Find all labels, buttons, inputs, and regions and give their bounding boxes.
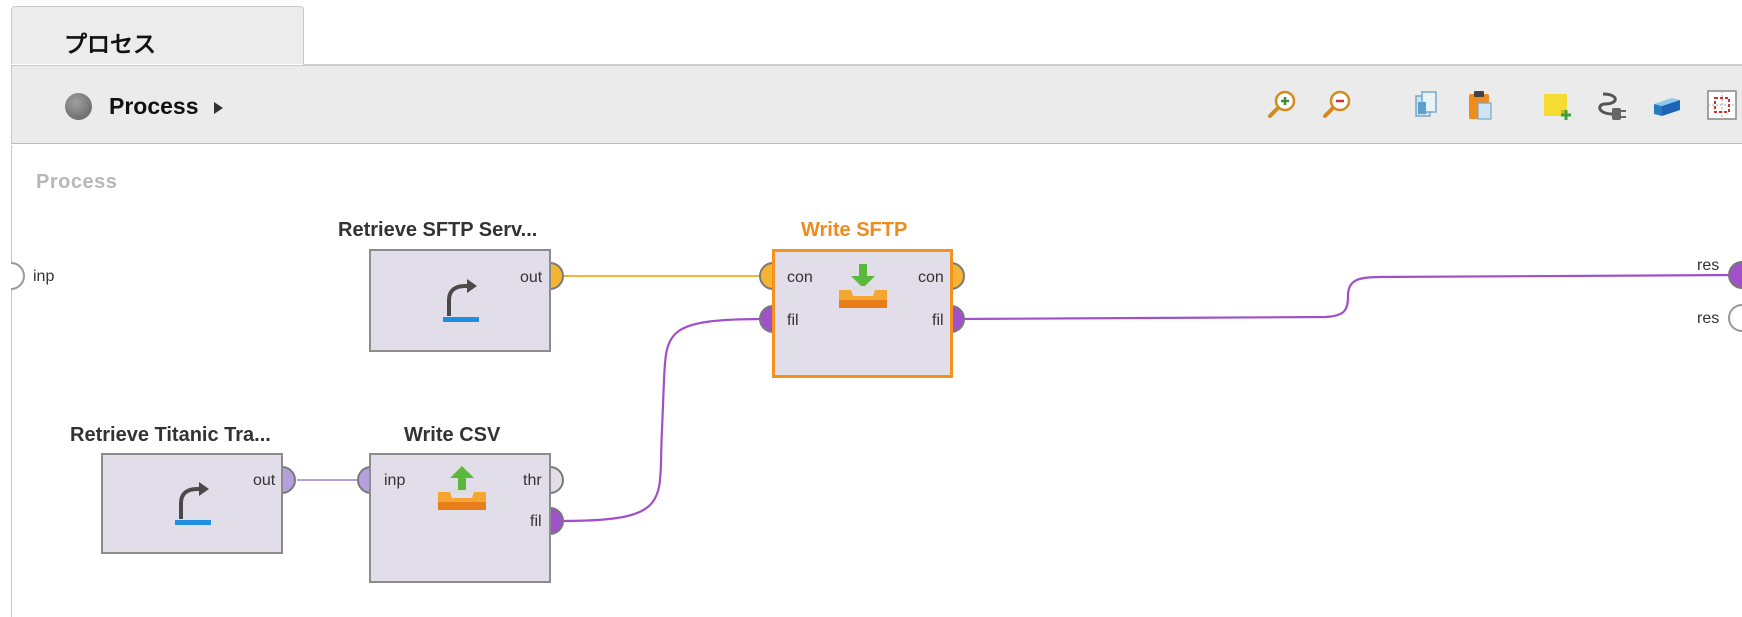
operator-retrieve-sftp[interactable]: out: [369, 249, 551, 352]
write-csv-name: Write CSV: [404, 424, 501, 446]
retrieve-icon: [443, 279, 479, 322]
process-result-port-2-label: res: [1697, 310, 1720, 327]
process-result-port-1-label: res: [1697, 257, 1720, 274]
operator-write-sftp[interactable]: con fil con fil: [772, 249, 953, 378]
retrieve-sftp-name: Retrieve SFTP Serv...: [338, 219, 538, 241]
write-sftp-fil-in-label: fil: [787, 312, 799, 329]
retrieve-titanic-out-port[interactable]: [281, 465, 296, 495]
retrieve-sftp-out-port[interactable]: [549, 261, 564, 291]
upload-tray-icon: [438, 466, 486, 510]
process-result-port-2[interactable]: [1728, 304, 1742, 332]
write-csv-thr-port[interactable]: [549, 465, 564, 495]
download-tray-icon: [839, 264, 887, 308]
file-wire-csv-to-sftp[interactable]: [561, 317, 768, 523]
process-input-port-label: inp: [33, 268, 55, 285]
process-result-port-1[interactable]: [1728, 261, 1742, 289]
write-csv-fil-port[interactable]: [549, 506, 564, 536]
file-wire-sftp-to-result[interactable]: [954, 273, 1736, 321]
write-csv-inp-label: inp: [384, 472, 406, 489]
operator-retrieve-titanic[interactable]: out: [101, 453, 283, 554]
retrieve-icon: [175, 482, 211, 525]
write-csv-thr-label: thr: [523, 472, 542, 489]
write-sftp-con-out-label: con: [918, 269, 944, 286]
retrieve-titanic-out-label: out: [253, 472, 276, 489]
write-csv-fil-label: fil: [530, 513, 542, 530]
write-sftp-name: Write SFTP: [801, 219, 908, 241]
retrieve-titanic-name: Retrieve Titanic Tra...: [70, 424, 271, 446]
write-sftp-con-in-label: con: [787, 269, 813, 286]
write-sftp-fil-out-label: fil: [932, 312, 944, 329]
process-input-port[interactable]: [10, 262, 25, 290]
retrieve-sftp-out-label: out: [520, 269, 543, 286]
operator-write-csv[interactable]: inp thr fil: [369, 453, 551, 583]
